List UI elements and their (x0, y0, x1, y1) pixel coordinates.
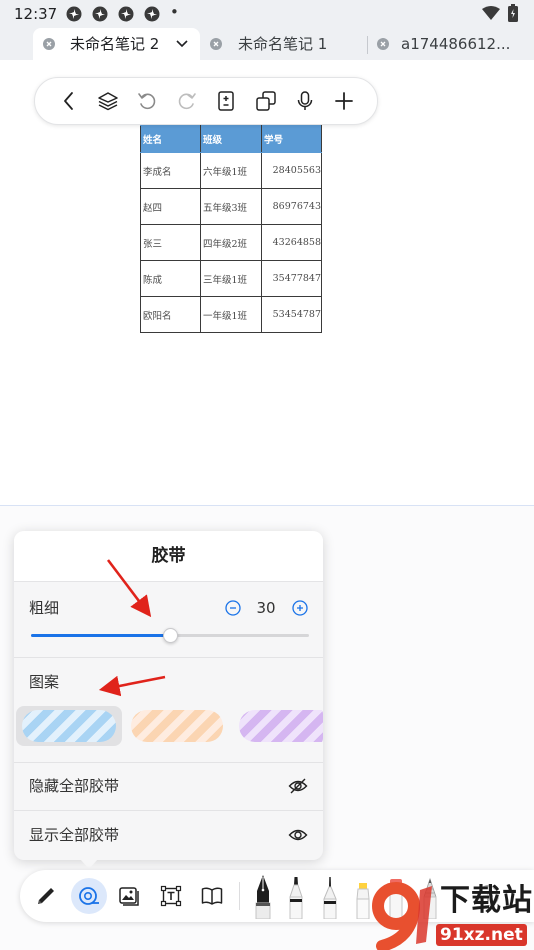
pinwheel-icon (66, 6, 82, 22)
pinwheel-icon (92, 6, 108, 22)
layers-icon[interactable] (97, 90, 119, 112)
redo-icon[interactable] (176, 90, 198, 112)
pinwheel-icon (144, 6, 160, 22)
table-header: 班级 (200, 125, 262, 153)
watermark-brand: 下载站 (440, 883, 533, 918)
status-bar: 12:37 • (0, 0, 534, 28)
pattern-option-orange[interactable] (125, 706, 229, 746)
panel-pointer (80, 859, 98, 869)
table-cell: 86976743 (261, 188, 322, 225)
table-header-row: 姓名 班级 学号 (140, 125, 322, 153)
image-icon[interactable] (118, 885, 140, 907)
tab-bar: 未命名笔记 2 未命名笔记 1 a174486612... (0, 28, 534, 60)
table-cell: 一年级1班 (200, 296, 262, 333)
table-header: 学号 (261, 125, 322, 153)
watermark-logo (372, 882, 432, 950)
marker-icon[interactable] (284, 873, 308, 919)
table-cell: 欧阳名 (140, 296, 201, 333)
fine-marker-icon[interactable] (318, 873, 342, 919)
orange-stripe-tape (131, 710, 223, 742)
battery-icon (508, 4, 518, 22)
table-cell: 三年级1班 (200, 260, 262, 297)
watermark: 下载站 91xz.net (360, 878, 534, 950)
pen-icon[interactable] (35, 885, 57, 907)
watermark-url: 91xz.net (436, 924, 527, 946)
text-box-icon[interactable] (160, 885, 182, 907)
table-cell: 四年级2班 (200, 224, 262, 261)
table-cell: 赵四 (140, 188, 201, 225)
pattern-option-purple[interactable] (233, 706, 323, 746)
close-icon[interactable] (43, 38, 55, 50)
wifi-icon (482, 6, 500, 20)
tape-icon[interactable] (78, 885, 100, 907)
pattern-label: 图案 (29, 673, 60, 691)
thickness-slider-fill (31, 634, 170, 637)
back-icon[interactable] (58, 90, 80, 112)
hide-all-tape-row[interactable]: 隐藏全部胶带 (14, 763, 323, 810)
table-header: 姓名 (140, 125, 201, 153)
hide-all-tape-label: 隐藏全部胶带 (29, 777, 120, 795)
eye-off-icon (288, 776, 308, 796)
table-row: 欧阳名 一年级1班 53454787 (140, 296, 322, 333)
eye-icon (288, 825, 308, 845)
thickness-label: 粗细 (29, 599, 60, 617)
table-image[interactable]: 姓名 班级 学号 李成名 六年级1班 28405563 赵四 五年级3班 869… (140, 125, 322, 333)
plus-icon[interactable] (292, 600, 308, 616)
status-dot: • (170, 3, 179, 21)
table-cell: 张三 (140, 224, 201, 261)
table-row: 李成名 六年级1班 28405563 (140, 152, 322, 189)
table-cell: 28405563 (261, 152, 322, 189)
close-icon[interactable] (377, 38, 389, 50)
toolbar-divider (239, 882, 240, 910)
table-row: 赵四 五年级3班 86976743 (140, 188, 322, 225)
pinwheel-icon (118, 6, 134, 22)
thickness-value: 30 (256, 599, 276, 617)
divider (14, 657, 323, 658)
duplicate-icon[interactable] (255, 90, 277, 112)
blue-stripe-tape (22, 710, 116, 742)
table-cell: 六年级1班 (200, 152, 262, 189)
book-icon[interactable] (201, 885, 223, 907)
purple-stripe-tape (239, 710, 323, 742)
add-icon[interactable] (333, 90, 355, 112)
thickness-slider-thumb[interactable] (162, 628, 178, 643)
table-cell: 五年级3班 (200, 188, 262, 225)
note-toolbar (34, 77, 378, 125)
table-cell: 35477847 (261, 260, 322, 297)
tab-divider (367, 36, 368, 54)
table-cell: 陈成 (140, 260, 201, 297)
show-all-tape-label: 显示全部胶带 (29, 826, 120, 844)
page-icon[interactable] (215, 90, 237, 112)
student-table: 姓名 班级 学号 李成名 六年级1班 28405563 赵四 五年级3班 869… (140, 125, 322, 333)
tab-label[interactable]: 未命名笔记 2 (70, 34, 159, 54)
minus-icon[interactable] (225, 600, 241, 616)
table-row: 陈成 三年级1班 35477847 (140, 260, 322, 297)
tab-label[interactable]: 未命名笔记 1 (238, 34, 327, 54)
table-cell: 53454787 (261, 296, 322, 333)
status-time: 12:37 (14, 5, 58, 23)
table-row: 张三 四年级2班 43264858 (140, 224, 322, 261)
pattern-option-blue[interactable] (16, 706, 122, 746)
panel-title: 胶带 (14, 531, 323, 582)
tab-label[interactable]: a174486612... (401, 34, 510, 54)
undo-icon[interactable] (136, 90, 158, 112)
table-cell: 43264858 (261, 224, 322, 261)
tape-settings-panel: 胶带 粗细 30 图案 隐藏全部胶带 显示全部胶带 (14, 531, 323, 869)
fountain-pen-icon[interactable] (251, 873, 275, 919)
microphone-icon[interactable] (294, 90, 316, 112)
table-cell: 李成名 (140, 152, 201, 189)
show-all-tape-row[interactable]: 显示全部胶带 (14, 811, 323, 859)
close-icon[interactable] (210, 38, 222, 50)
chevron-down-icon[interactable] (175, 38, 189, 50)
